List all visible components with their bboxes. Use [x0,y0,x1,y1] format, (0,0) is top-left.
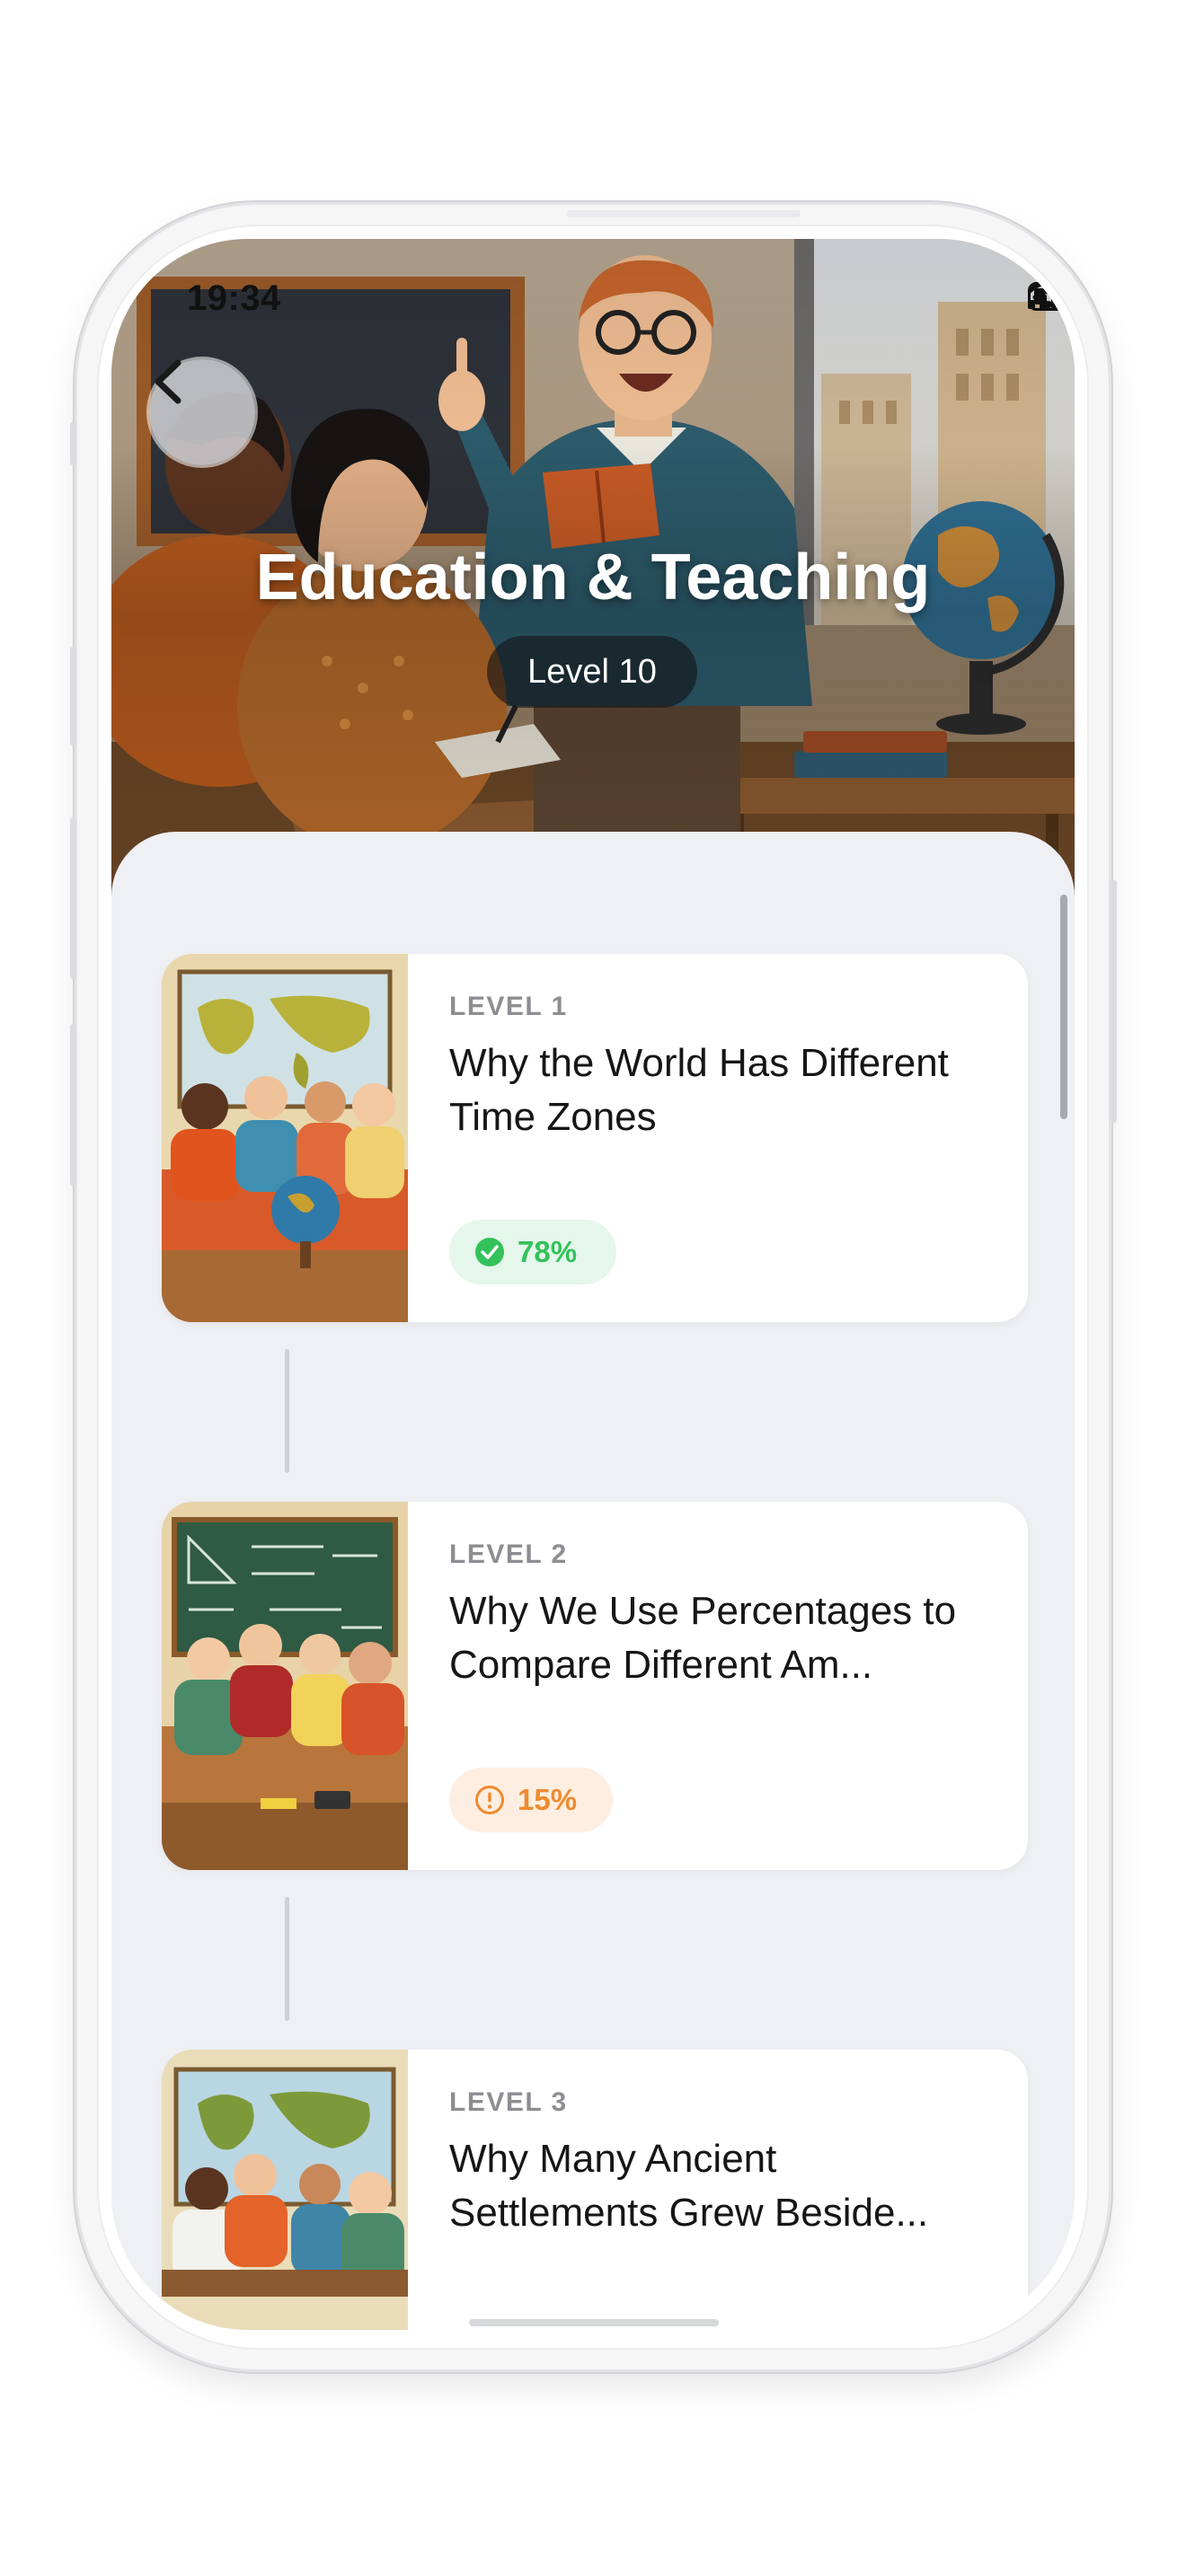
level-badge: Level 10 [487,636,697,708]
lesson-card-body: LEVEL 1 Why the World Has Different Time… [449,992,992,1144]
score-badge: 15% [449,1768,613,1832]
mute-switch [70,422,76,465]
lesson-card[interactable]: LEVEL 3 Why Many Ancient Settlements Gre… [162,2050,1028,2330]
back-button[interactable] [149,359,255,465]
path-connector [285,1349,289,1473]
path-connector [285,1897,289,2021]
lesson-title: Why We Use Percentages to Compare Differ… [449,1589,957,1687]
lesson-card[interactable]: LEVEL 1 Why the World Has Different Time… [162,954,1028,1322]
action-button [70,1024,76,1186]
lesson-level-label: LEVEL 2 [449,1539,568,1569]
page-title: Education & Teaching [255,542,931,613]
lesson-card[interactable]: LEVEL 2 Why We Use Percentages to Compar… [162,1502,1028,1870]
lesson-thumbnail [162,1502,408,1870]
score-value: 78% [518,1235,578,1268]
screen: 19:34 Education & Teaching Level 10 LEVE… [111,239,1075,2330]
alert-circle-icon [475,1786,504,1814]
lesson-title: Why Many Ancient Settlements Grew Beside… [449,2137,929,2235]
lesson-thumbnail [162,2050,408,2330]
lessons-sheet: LEVEL 1 Why the World Has Different Time… [111,832,1075,2330]
hero-banner: 19:34 Education & Teaching Level 10 [111,239,1075,922]
lesson-card-body: LEVEL 2 Why We Use Percentages to Compar… [449,1539,992,1692]
volume-down-button [70,817,76,979]
status-time: 19:34 [187,278,281,318]
score-value: 15% [518,1783,578,1816]
scroll-indicator[interactable] [1060,895,1067,1119]
lesson-level-label: LEVEL 3 [449,2087,568,2117]
lesson-title: Why the World Has Different Time Zones [449,1041,949,1139]
lesson-thumbnail [162,954,408,1322]
home-indicator [469,2319,719,2326]
power-button [1111,880,1117,1123]
volume-up-button [70,647,76,745]
battery-icon [1028,282,1075,311]
chevron-left-icon [155,359,181,404]
lesson-level-label: LEVEL 1 [449,992,568,1021]
earpiece [567,210,801,217]
score-badge: 78% [449,1220,616,1284]
check-circle-icon [475,1238,504,1266]
lesson-card-body: LEVEL 3 Why Many Ancient Settlements Gre… [449,2087,992,2240]
